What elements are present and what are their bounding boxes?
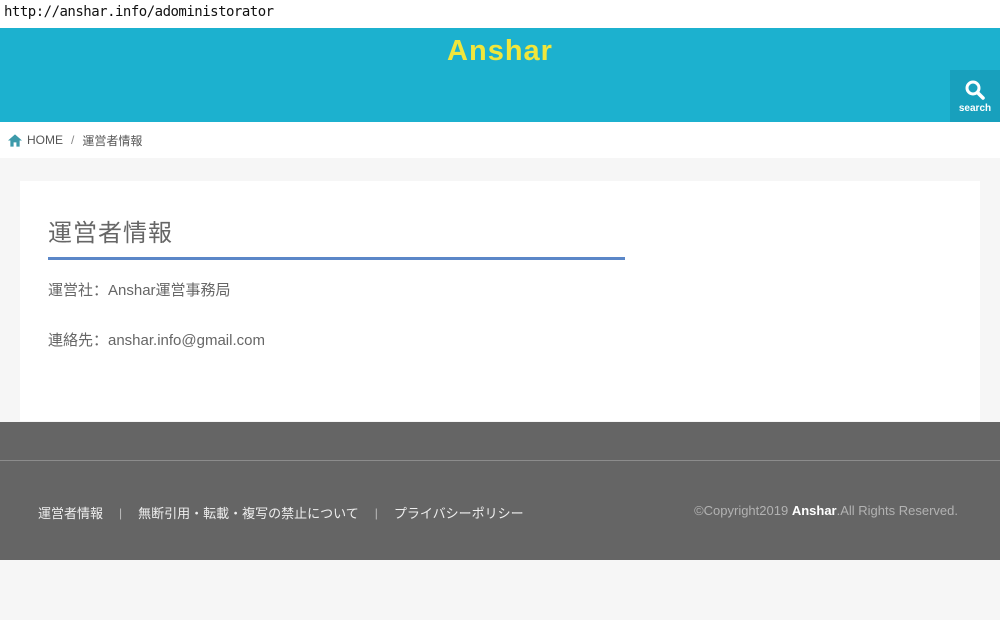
contact-email-line: 連絡先：anshar.info@gmail.com (48, 329, 265, 350)
footer-link-no-reproduction[interactable]: 無断引用・転載・複写の禁止について (138, 503, 359, 522)
copyright-prefix: ©Copyright2019 (694, 503, 792, 518)
operator-company-line: 運営社：Anshar運営事務局 (48, 279, 231, 300)
footer-link-separator: | (375, 506, 378, 520)
site-footer: 運営者情報 | 無断引用・転載・複写の禁止について | プライバシーポリシー ©… (0, 422, 1000, 560)
search-button[interactable]: search (950, 70, 1000, 122)
home-icon (8, 134, 22, 147)
breadcrumb: HOME / 運営者情報 (0, 122, 1000, 158)
copyright-suffix: .All Rights Reserved. (837, 503, 958, 518)
page-url-text: http://anshar.info/adoministorator (4, 4, 274, 20)
footer-link-privacy-policy[interactable]: プライバシーポリシー (394, 503, 524, 522)
search-icon (963, 78, 987, 102)
page-title: 運営者情報 (48, 213, 625, 260)
footer-link-separator: | (119, 506, 122, 520)
breadcrumb-home-link[interactable]: HOME (27, 133, 63, 147)
footer-link-operator-info[interactable]: 運営者情報 (38, 503, 103, 522)
search-button-label: search (959, 104, 991, 114)
site-header: Anshar search (0, 28, 1000, 122)
site-logo[interactable]: Anshar (0, 35, 1000, 68)
bottom-strip (0, 560, 1000, 620)
content-card: 運営者情報 運営社：Anshar運営事務局 連絡先：anshar.info@gm… (20, 181, 980, 421)
footer-top-band (0, 422, 1000, 461)
breadcrumb-current-page: 運営者情報 (82, 132, 142, 149)
copyright-brand: Anshar (792, 503, 837, 518)
address-bar: http://anshar.info/adoministorator (0, 0, 1000, 28)
breadcrumb-separator: / (71, 133, 74, 147)
footer-nav: 運営者情報 | 無断引用・転載・複写の禁止について | プライバシーポリシー (38, 503, 524, 522)
copyright-text: ©Copyright2019 Anshar.All Rights Reserve… (694, 503, 958, 518)
main-background: 運営者情報 運営社：Anshar運営事務局 連絡先：anshar.info@gm… (0, 158, 1000, 422)
